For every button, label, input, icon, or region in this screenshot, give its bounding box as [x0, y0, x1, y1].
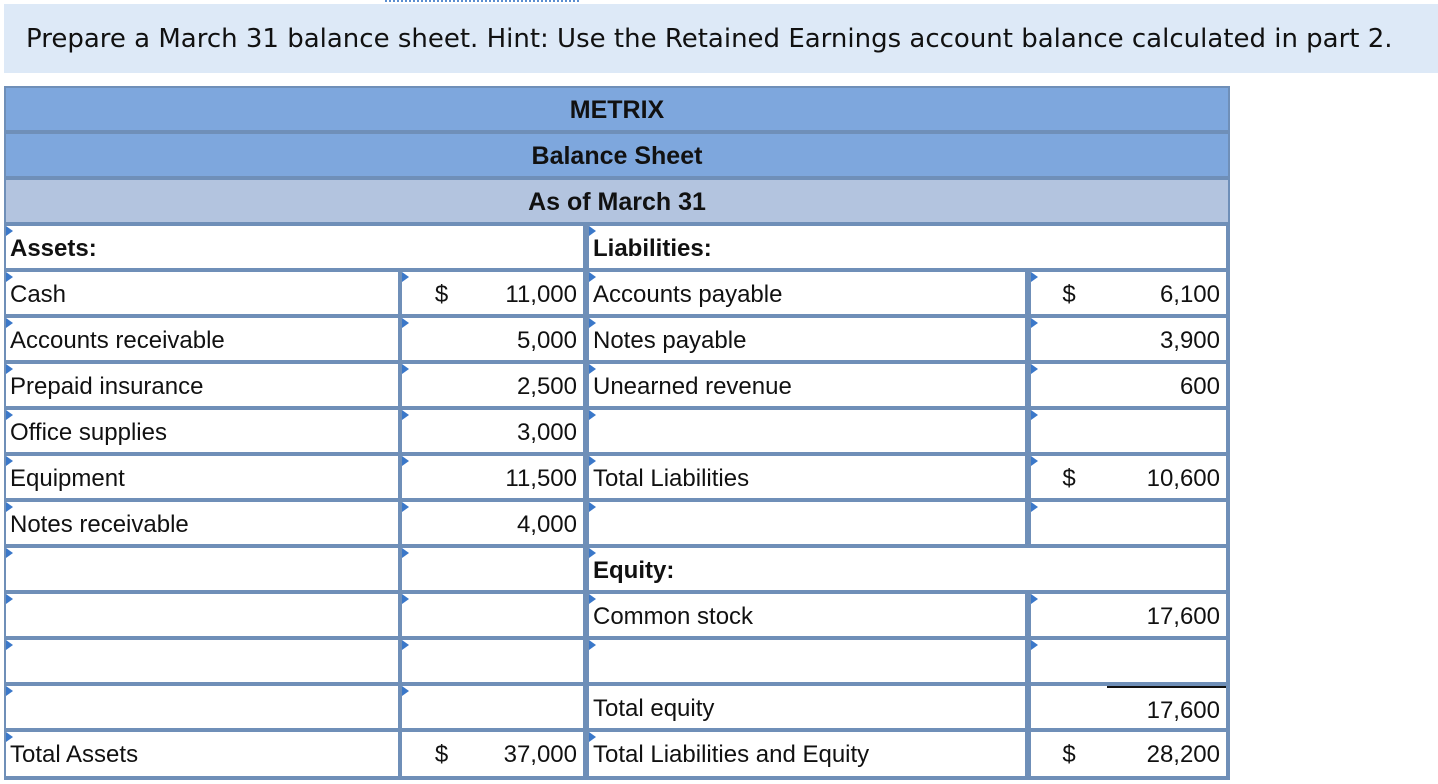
- equity-heading: Equity:: [589, 548, 1226, 590]
- asset-account-input[interactable]: [6, 548, 398, 590]
- liability-currency: [1031, 502, 1107, 544]
- liability-amount-input[interactable]: [1107, 410, 1226, 452]
- asset-account-input[interactable]: Office supplies: [6, 410, 398, 452]
- instruction-text: Prepare a March 31 balance sheet. Hint: …: [4, 4, 1438, 73]
- liabilities-heading: Liabilities:: [589, 226, 1226, 268]
- total-assets-currency: $: [402, 732, 481, 776]
- asset-currency: [402, 640, 481, 682]
- equity-currency: [1031, 640, 1107, 682]
- balance-sheet-table: METRIX Balance Sheet As of March 31 Asse…: [4, 86, 1230, 780]
- asset-currency: [402, 364, 481, 406]
- liability-currency: $: [1031, 456, 1107, 498]
- liability-currency: [1031, 364, 1107, 406]
- asset-account-input[interactable]: Accounts receivable: [6, 318, 398, 360]
- asset-amount-input[interactable]: [481, 686, 583, 728]
- total-equity-label: Total equity: [589, 686, 1025, 728]
- asset-currency: [402, 594, 481, 636]
- company-name: METRIX: [6, 88, 1228, 130]
- asset-currency: [402, 502, 481, 544]
- asset-currency: [402, 548, 481, 590]
- assets-heading: Assets:: [6, 226, 583, 268]
- asset-account-input[interactable]: [6, 640, 398, 682]
- total-assets-amount[interactable]: 37,000: [481, 732, 583, 776]
- liability-account-input[interactable]: Unearned revenue: [589, 364, 1025, 406]
- asset-currency: $: [402, 272, 481, 314]
- equity-account-input[interactable]: Common stock: [589, 594, 1025, 636]
- liability-amount-input[interactable]: [1107, 502, 1226, 544]
- equity-amount-input[interactable]: [1107, 640, 1226, 682]
- asset-account-input[interactable]: Equipment: [6, 456, 398, 498]
- asset-currency: [402, 456, 481, 498]
- asset-amount-input[interactable]: [481, 548, 583, 590]
- total-equity-currency: [1031, 686, 1107, 728]
- sheet-date: As of March 31: [6, 180, 1228, 222]
- total-liabilities-equity-amount[interactable]: 28,200: [1107, 732, 1226, 776]
- equity-amount-input[interactable]: 17,600: [1107, 594, 1226, 636]
- top-dotted-line: [385, 0, 579, 2]
- asset-account-input[interactable]: [6, 686, 398, 728]
- asset-amount-input[interactable]: 11,000: [481, 272, 583, 314]
- asset-account-input[interactable]: Cash: [6, 272, 398, 314]
- sheet-title: Balance Sheet: [6, 134, 1228, 176]
- asset-currency: [402, 686, 481, 728]
- asset-account-input[interactable]: Prepaid insurance: [6, 364, 398, 406]
- asset-amount-input[interactable]: [481, 594, 583, 636]
- liability-account-input[interactable]: [589, 410, 1025, 452]
- asset-amount-input[interactable]: 3,000: [481, 410, 583, 452]
- liability-account-input[interactable]: [589, 502, 1025, 544]
- equity-currency: [1031, 594, 1107, 636]
- liability-account-input[interactable]: Notes payable: [589, 318, 1025, 360]
- liability-amount-input[interactable]: 3,900: [1107, 318, 1226, 360]
- liability-amount-input[interactable]: 10,600: [1107, 456, 1226, 498]
- asset-amount-input[interactable]: 11,500: [481, 456, 583, 498]
- liability-currency: [1031, 318, 1107, 360]
- asset-amount-input[interactable]: 5,000: [481, 318, 583, 360]
- asset-currency: [402, 410, 481, 452]
- asset-currency: [402, 318, 481, 360]
- asset-account-input[interactable]: Notes receivable: [6, 502, 398, 544]
- liability-currency: $: [1031, 272, 1107, 314]
- asset-amount-input[interactable]: [481, 640, 583, 682]
- total-equity-amount[interactable]: 17,600: [1107, 686, 1226, 728]
- liability-amount-input[interactable]: 600: [1107, 364, 1226, 406]
- liability-amount-input[interactable]: 6,100: [1107, 272, 1226, 314]
- liability-currency: [1031, 410, 1107, 452]
- total-liabilities-equity-currency: $: [1031, 732, 1107, 776]
- asset-account-input[interactable]: [6, 594, 398, 636]
- liability-account-input[interactable]: Accounts payable: [589, 272, 1025, 314]
- total-assets-label: Total Assets: [6, 732, 398, 776]
- equity-account-input[interactable]: [589, 640, 1025, 682]
- total-liabilities-equity-label: Total Liabilities and Equity: [589, 732, 1025, 776]
- asset-amount-input[interactable]: 2,500: [481, 364, 583, 406]
- asset-amount-input[interactable]: 4,000: [481, 502, 583, 544]
- liability-account-input[interactable]: Total Liabilities: [589, 456, 1025, 498]
